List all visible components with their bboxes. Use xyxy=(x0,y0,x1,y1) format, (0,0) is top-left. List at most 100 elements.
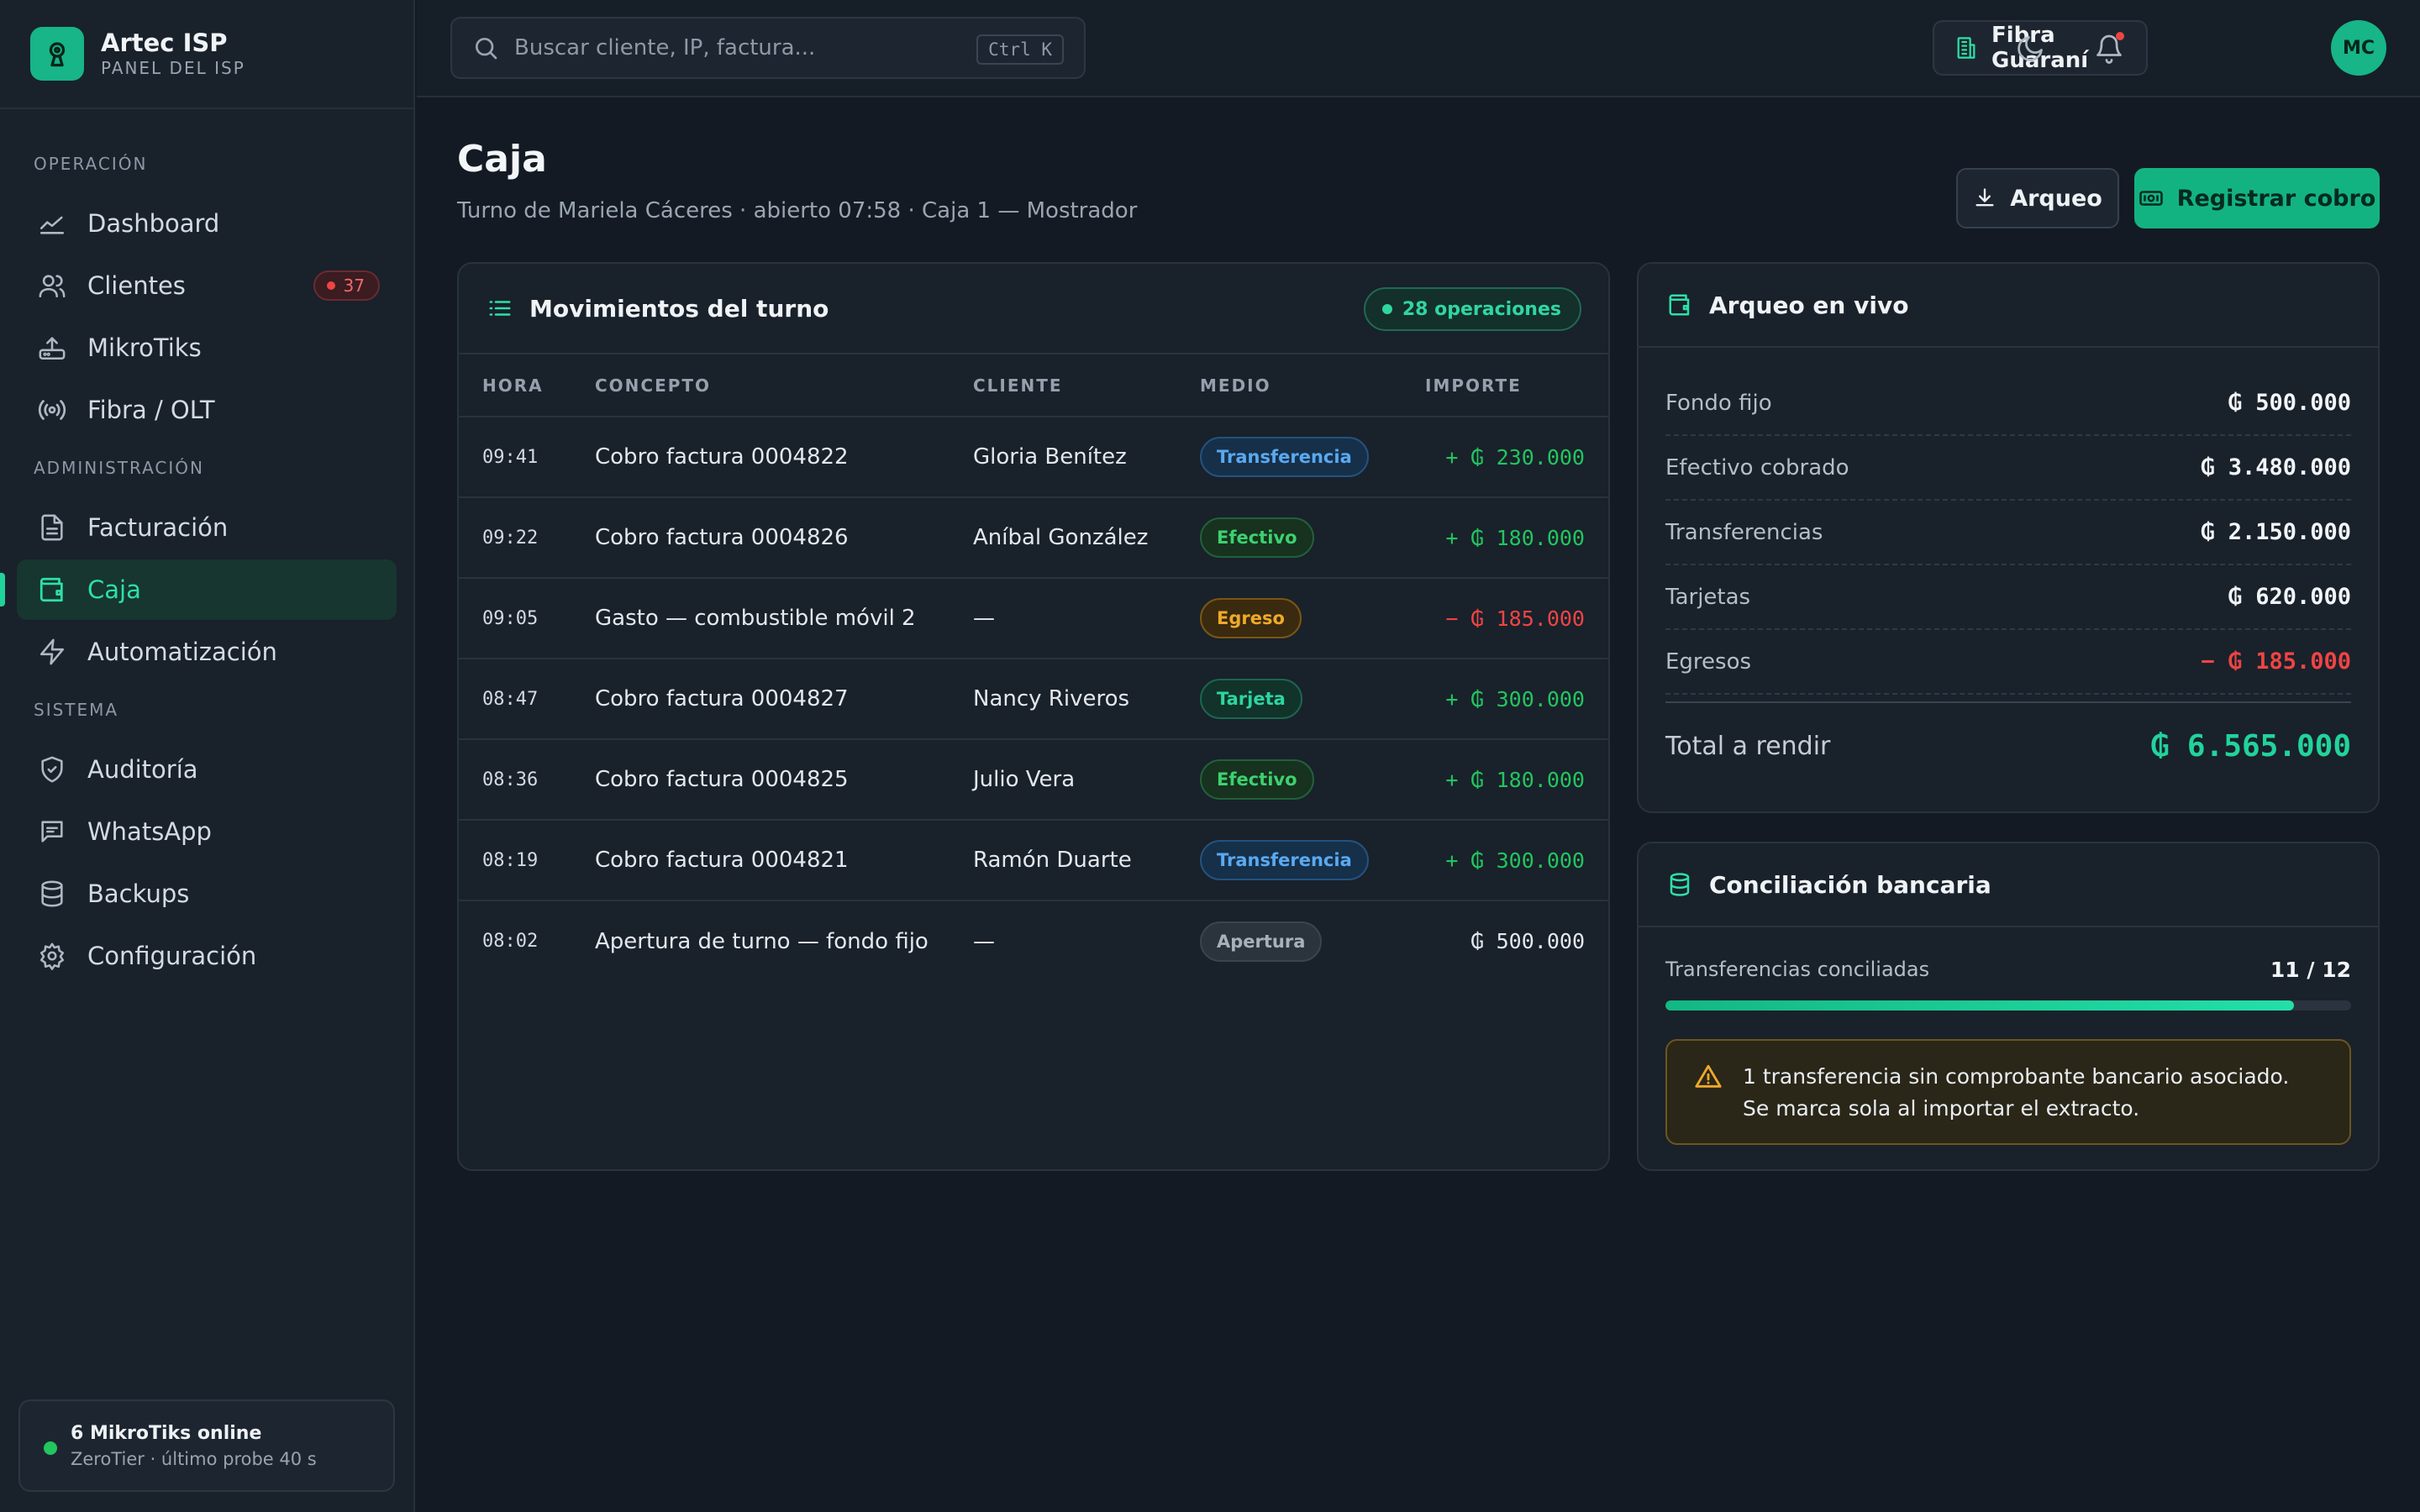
table-row[interactable]: 09:41 Cobro factura 0004822 Gloria Benít… xyxy=(459,417,1608,498)
table-row[interactable]: 08:02 Apertura de turno — fondo fijo — A… xyxy=(459,900,1608,981)
sidebar-item-clientes[interactable]: Clientes 37 xyxy=(17,255,397,316)
cell-medio: Transferencia xyxy=(1200,820,1425,901)
cell-importe: + ₲ 180.000 xyxy=(1425,497,1608,579)
sidebar-item-label: Automatización xyxy=(87,638,277,666)
sidebar-item-dashboard[interactable]: Dashboard xyxy=(17,193,397,254)
sidebar-item-mikrotiks[interactable]: MikroTiks xyxy=(17,318,397,378)
sidebar-item-caja[interactable]: Caja xyxy=(0,559,397,620)
database-icon xyxy=(1667,872,1692,897)
conciliacion-progress-bar xyxy=(1665,1000,2351,1011)
brand-title: Artec ISP xyxy=(101,29,228,57)
chart-line-icon xyxy=(35,207,69,240)
arqueo-label: Efectivo cobrado xyxy=(1665,454,1849,480)
cell-hora: 09:41 xyxy=(459,417,595,498)
download-icon xyxy=(1973,186,1996,210)
cell-cliente: Gloria Benítez xyxy=(973,417,1200,498)
arqueo-value: ₲ 3.480.000 xyxy=(2201,454,2351,480)
cell-concepto: Apertura de turno — fondo fijo xyxy=(595,928,929,954)
sidebar-item-label: WhatsApp xyxy=(87,817,212,846)
cell-importe: + ₲ 180.000 xyxy=(1425,739,1608,821)
arqueo-value: − ₲ 185.000 xyxy=(2201,648,2351,675)
arqueo-card: Arqueo en vivo Fondo fijo ₲ 500.000 Efec… xyxy=(1637,262,2380,813)
brand[interactable]: Artec ISP PANEL DEL ISP xyxy=(0,0,413,109)
sidebar-item-label: Caja xyxy=(87,575,141,604)
cell-cliente: Ramón Duarte xyxy=(973,820,1200,901)
arqueo-total-row: Total a rendir ₲ 6.565.000 xyxy=(1665,701,2351,789)
table-row[interactable]: 09:05 Gasto — combustible móvil 2 — Egre… xyxy=(459,578,1608,659)
search-placeholder: Buscar cliente, IP, factura... xyxy=(514,35,816,60)
arqueo-row: Transferencias ₲ 2.150.000 xyxy=(1665,501,2351,565)
arqueo-value: ₲ 620.000 xyxy=(2228,584,2351,610)
sidebar-item-facturacion[interactable]: Facturación xyxy=(17,497,397,558)
sidebar-item-label: Backups xyxy=(87,879,190,908)
registrar-cobro-button[interactable]: Registrar cobro xyxy=(2134,168,2380,228)
wallet-icon xyxy=(35,573,69,606)
table-row[interactable]: 08:19 Cobro factura 0004821 Ramón Duarte… xyxy=(459,820,1608,901)
message-icon xyxy=(35,815,69,848)
theme-toggle-button[interactable] xyxy=(2007,25,2054,72)
cell-hora: 08:02 xyxy=(482,931,539,952)
cell-hora: 09:22 xyxy=(459,497,595,579)
sidebar: Artec ISP PANEL DEL ISP OPERACIÓN Dashbo… xyxy=(0,0,415,1512)
moon-icon xyxy=(2015,34,2045,64)
table-row[interactable]: 08:47 Cobro factura 0004827 Nancy Rivero… xyxy=(459,659,1608,740)
arqueo-row: Fondo fijo ₲ 500.000 xyxy=(1665,371,2351,436)
column-header-hora[interactable]: HORA xyxy=(459,354,595,417)
cell-cliente: Nancy Riveros xyxy=(973,659,1200,740)
cell-importe: + ₲ 230.000 xyxy=(1425,417,1608,498)
column-header-medio[interactable]: MEDIO xyxy=(1200,354,1425,417)
topbar: Buscar cliente, IP, factura... Ctrl K Fi… xyxy=(417,0,2420,97)
sidebar-item-backups[interactable]: Backups xyxy=(17,864,397,924)
sidebar-item-configuracion[interactable]: Configuración xyxy=(17,926,397,986)
medio-badge: Egreso xyxy=(1200,598,1302,638)
sidebar-item-whatsapp[interactable]: WhatsApp xyxy=(17,801,397,862)
page-subtitle: Turno de Mariela Cáceres · abierto 07:58… xyxy=(457,198,1138,223)
search-icon xyxy=(472,34,499,61)
table-row[interactable]: 09:22 Cobro factura 0004826 Aníbal Gonzá… xyxy=(459,497,1608,579)
sidebar-item-label: Configuración xyxy=(87,942,257,970)
cell-concepto: Cobro factura 0004821 xyxy=(595,820,973,901)
sidebar-item-automatizacion[interactable]: Automatización xyxy=(17,622,397,682)
cell-concepto: Cobro factura 0004822 xyxy=(595,417,973,498)
arqueo-row: Efectivo cobrado ₲ 3.480.000 xyxy=(1665,436,2351,501)
column-header-cliente[interactable]: CLIENTE xyxy=(973,354,1200,417)
arqueo-label: Egresos xyxy=(1665,648,1752,675)
notifications-button[interactable] xyxy=(2086,25,2133,72)
list-icon xyxy=(487,296,513,321)
sidebar-item-label: Facturación xyxy=(87,513,229,542)
cell-cliente: — xyxy=(973,928,995,954)
conciliacion-card: Conciliación bancaria Transferencias con… xyxy=(1637,842,2380,1171)
cell-importe: + ₲ 300.000 xyxy=(1425,659,1608,740)
users-icon xyxy=(35,269,69,302)
medio-badge: Apertura xyxy=(1200,921,1323,962)
progress-fill xyxy=(1665,1000,2295,1011)
arqueo-row: Tarjetas ₲ 620.000 xyxy=(1665,565,2351,630)
movimientos-table: HORA CONCEPTO CLIENTE MEDIO IMPORTE 09:4… xyxy=(459,354,1608,981)
mikrotik-status-card[interactable]: 6 MikroTiks online ZeroTier · último pro… xyxy=(18,1399,395,1492)
file-text-icon xyxy=(35,511,69,544)
cell-concepto: Cobro factura 0004827 xyxy=(595,659,973,740)
cell-medio: Tarjeta xyxy=(1200,659,1425,740)
table-row[interactable]: 08:36 Cobro factura 0004825 Julio Vera E… xyxy=(459,739,1608,821)
medio-badge: Efectivo xyxy=(1200,759,1314,800)
status-subtitle: ZeroTier · último probe 40 s xyxy=(71,1449,317,1469)
cell-importe: − ₲ 185.000 xyxy=(1425,578,1608,659)
medio-badge: Tarjeta xyxy=(1200,679,1302,719)
arqueo-label: Transferencias xyxy=(1665,519,1823,545)
gear-icon xyxy=(35,939,69,973)
search-input[interactable]: Buscar cliente, IP, factura... Ctrl K xyxy=(450,17,1086,79)
medio-badge: Efectivo xyxy=(1200,517,1314,558)
search-shortcut-hint: Ctrl K xyxy=(976,34,1064,65)
column-header-concepto[interactable]: CONCEPTO xyxy=(595,354,973,417)
nav-section-sistema: SISTEMA xyxy=(34,700,119,720)
movimientos-title: Movimientos del turno xyxy=(529,294,829,323)
sidebar-item-auditoria[interactable]: Auditoría xyxy=(17,739,397,800)
nav-section-operacion: OPERACIÓN xyxy=(34,154,148,174)
arqueo-button[interactable]: Arqueo xyxy=(1956,168,2119,228)
database-icon xyxy=(35,877,69,911)
avatar[interactable]: MC xyxy=(2331,20,2386,76)
sidebar-item-fibra[interactable]: Fibra / OLT xyxy=(17,380,397,440)
sidebar-item-label: Auditoría xyxy=(87,755,198,784)
column-header-importe[interactable]: IMPORTE xyxy=(1425,354,1608,417)
nav-section-administracion: ADMINISTRACIÓN xyxy=(34,458,204,478)
